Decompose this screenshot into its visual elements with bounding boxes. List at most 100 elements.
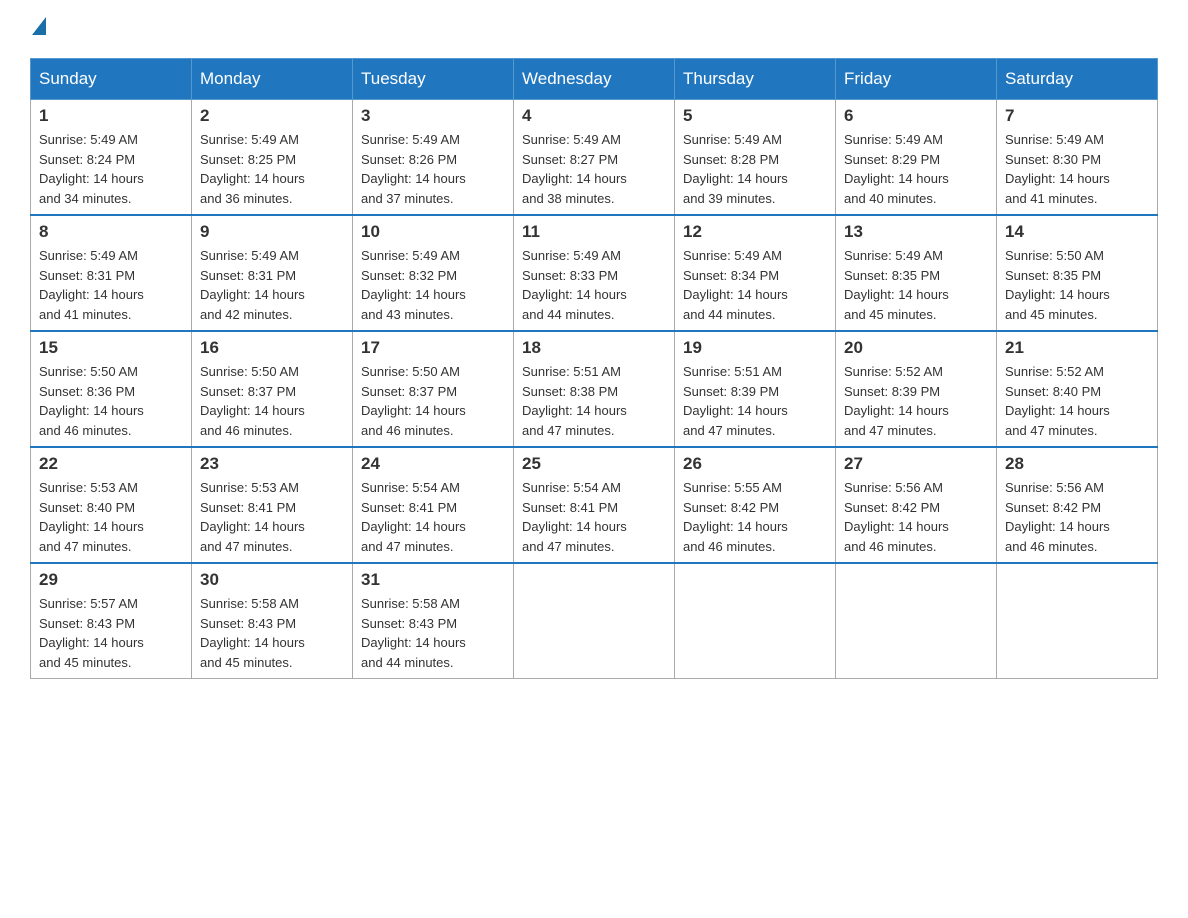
day-info: Sunrise: 5:51 AMSunset: 8:39 PMDaylight:… [683,362,827,440]
day-number: 29 [39,570,183,590]
day-info: Sunrise: 5:58 AMSunset: 8:43 PMDaylight:… [361,594,505,672]
calendar-week-row: 15 Sunrise: 5:50 AMSunset: 8:36 PMDayligh… [31,331,1158,447]
day-number: 21 [1005,338,1149,358]
day-number: 26 [683,454,827,474]
day-info: Sunrise: 5:53 AMSunset: 8:40 PMDaylight:… [39,478,183,556]
calendar-cell: 9 Sunrise: 5:49 AMSunset: 8:31 PMDaylight… [192,215,353,331]
day-number: 23 [200,454,344,474]
day-info: Sunrise: 5:49 AMSunset: 8:24 PMDaylight:… [39,130,183,208]
calendar-cell: 27 Sunrise: 5:56 AMSunset: 8:42 PMDayligh… [836,447,997,563]
day-info: Sunrise: 5:49 AMSunset: 8:31 PMDaylight:… [200,246,344,324]
day-info: Sunrise: 5:49 AMSunset: 8:27 PMDaylight:… [522,130,666,208]
day-info: Sunrise: 5:49 AMSunset: 8:28 PMDaylight:… [683,130,827,208]
calendar-cell: 11 Sunrise: 5:49 AMSunset: 8:33 PMDayligh… [514,215,675,331]
calendar-cell: 19 Sunrise: 5:51 AMSunset: 8:39 PMDayligh… [675,331,836,447]
day-info: Sunrise: 5:55 AMSunset: 8:42 PMDaylight:… [683,478,827,556]
day-info: Sunrise: 5:49 AMSunset: 8:29 PMDaylight:… [844,130,988,208]
day-number: 18 [522,338,666,358]
calendar-cell: 30 Sunrise: 5:58 AMSunset: 8:43 PMDayligh… [192,563,353,679]
day-info: Sunrise: 5:50 AMSunset: 8:37 PMDaylight:… [361,362,505,440]
calendar-cell: 28Sunrise: 5:56 AMSunset: 8:42 PMDayligh… [997,447,1158,563]
day-number: 11 [522,222,666,242]
calendar-week-row: 1 Sunrise: 5:49 AMSunset: 8:24 PMDaylight… [31,100,1158,216]
calendar-cell [675,563,836,679]
day-info: Sunrise: 5:49 AMSunset: 8:25 PMDaylight:… [200,130,344,208]
day-number: 22 [39,454,183,474]
calendar-cell [514,563,675,679]
calendar-cell [836,563,997,679]
calendar-cell: 26 Sunrise: 5:55 AMSunset: 8:42 PMDayligh… [675,447,836,563]
day-number: 15 [39,338,183,358]
calendar-cell: 8 Sunrise: 5:49 AMSunset: 8:31 PMDaylight… [31,215,192,331]
day-number: 16 [200,338,344,358]
day-number: 13 [844,222,988,242]
day-info: Sunrise: 5:54 AMSunset: 8:41 PMDaylight:… [522,478,666,556]
day-number: 31 [361,570,505,590]
day-info: Sunrise: 5:58 AMSunset: 8:43 PMDaylight:… [200,594,344,672]
day-number: 17 [361,338,505,358]
day-number: 7 [1005,106,1149,126]
calendar-cell: 23 Sunrise: 5:53 AMSunset: 8:41 PMDayligh… [192,447,353,563]
day-number: 19 [683,338,827,358]
day-info: Sunrise: 5:49 AMSunset: 8:34 PMDaylight:… [683,246,827,324]
calendar-header-wednesday: Wednesday [514,59,675,100]
day-info: Sunrise: 5:49 AMSunset: 8:33 PMDaylight:… [522,246,666,324]
day-info: Sunrise: 5:50 AMSunset: 8:37 PMDaylight:… [200,362,344,440]
calendar-cell: 31 Sunrise: 5:58 AMSunset: 8:43 PMDayligh… [353,563,514,679]
calendar-cell: 17 Sunrise: 5:50 AMSunset: 8:37 PMDayligh… [353,331,514,447]
calendar-cell: 5 Sunrise: 5:49 AMSunset: 8:28 PMDaylight… [675,100,836,216]
calendar-header-tuesday: Tuesday [353,59,514,100]
calendar-cell: 20 Sunrise: 5:52 AMSunset: 8:39 PMDayligh… [836,331,997,447]
day-info: Sunrise: 5:56 AMSunset: 8:42 PMDaylight:… [1005,478,1149,556]
day-number: 24 [361,454,505,474]
day-info: Sunrise: 5:49 AMSunset: 8:30 PMDaylight:… [1005,130,1149,208]
calendar-cell: 10Sunrise: 5:49 AMSunset: 8:32 PMDayligh… [353,215,514,331]
day-number: 6 [844,106,988,126]
day-number: 4 [522,106,666,126]
calendar-header-saturday: Saturday [997,59,1158,100]
day-info: Sunrise: 5:49 AMSunset: 8:35 PMDaylight:… [844,246,988,324]
day-number: 12 [683,222,827,242]
day-info: Sunrise: 5:52 AMSunset: 8:39 PMDaylight:… [844,362,988,440]
page-header [30,20,1158,38]
day-info: Sunrise: 5:49 AMSunset: 8:26 PMDaylight:… [361,130,505,208]
day-number: 8 [39,222,183,242]
calendar-cell: 18 Sunrise: 5:51 AMSunset: 8:38 PMDayligh… [514,331,675,447]
logo-arrow-icon [32,17,46,35]
calendar-header-thursday: Thursday [675,59,836,100]
calendar-cell: 12 Sunrise: 5:49 AMSunset: 8:34 PMDayligh… [675,215,836,331]
day-number: 27 [844,454,988,474]
calendar-table: SundayMondayTuesdayWednesdayThursdayFrid… [30,58,1158,679]
calendar-header-friday: Friday [836,59,997,100]
calendar-cell: 14Sunrise: 5:50 AMSunset: 8:35 PMDayligh… [997,215,1158,331]
day-info: Sunrise: 5:50 AMSunset: 8:36 PMDaylight:… [39,362,183,440]
calendar-cell: 16 Sunrise: 5:50 AMSunset: 8:37 PMDayligh… [192,331,353,447]
day-info: Sunrise: 5:50 AMSunset: 8:35 PMDaylight:… [1005,246,1149,324]
day-info: Sunrise: 5:51 AMSunset: 8:38 PMDaylight:… [522,362,666,440]
day-info: Sunrise: 5:56 AMSunset: 8:42 PMDaylight:… [844,478,988,556]
calendar-header-sunday: Sunday [31,59,192,100]
calendar-week-row: 29Sunrise: 5:57 AMSunset: 8:43 PMDayligh… [31,563,1158,679]
day-info: Sunrise: 5:49 AMSunset: 8:32 PMDaylight:… [361,246,505,324]
day-number: 5 [683,106,827,126]
calendar-cell: 6 Sunrise: 5:49 AMSunset: 8:29 PMDaylight… [836,100,997,216]
day-info: Sunrise: 5:49 AMSunset: 8:31 PMDaylight:… [39,246,183,324]
day-info: Sunrise: 5:53 AMSunset: 8:41 PMDaylight:… [200,478,344,556]
calendar-header-row: SundayMondayTuesdayWednesdayThursdayFrid… [31,59,1158,100]
day-info: Sunrise: 5:54 AMSunset: 8:41 PMDaylight:… [361,478,505,556]
day-number: 2 [200,106,344,126]
calendar-header-monday: Monday [192,59,353,100]
calendar-cell: 13 Sunrise: 5:49 AMSunset: 8:35 PMDayligh… [836,215,997,331]
day-number: 9 [200,222,344,242]
calendar-cell: 3Sunrise: 5:49 AMSunset: 8:26 PMDaylight… [353,100,514,216]
day-number: 20 [844,338,988,358]
calendar-cell: 22 Sunrise: 5:53 AMSunset: 8:40 PMDayligh… [31,447,192,563]
calendar-cell [997,563,1158,679]
calendar-cell: 25Sunrise: 5:54 AMSunset: 8:41 PMDayligh… [514,447,675,563]
calendar-week-row: 8 Sunrise: 5:49 AMSunset: 8:31 PMDaylight… [31,215,1158,331]
day-number: 30 [200,570,344,590]
calendar-cell: 4 Sunrise: 5:49 AMSunset: 8:27 PMDaylight… [514,100,675,216]
day-info: Sunrise: 5:52 AMSunset: 8:40 PMDaylight:… [1005,362,1149,440]
day-number: 1 [39,106,183,126]
calendar-cell: 15 Sunrise: 5:50 AMSunset: 8:36 PMDayligh… [31,331,192,447]
